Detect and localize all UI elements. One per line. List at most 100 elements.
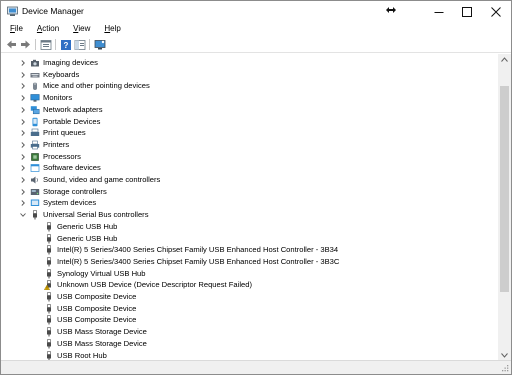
tree-device-7[interactable]: USB Composite Device: [1, 303, 498, 315]
chevron-right-icon[interactable]: [19, 199, 27, 207]
minimize-icon: [434, 11, 444, 13]
tree-device-0[interactable]: Generic USB Hub: [1, 221, 498, 233]
monitor-scan-icon: [94, 39, 105, 49]
tree-item-label: System devices: [43, 198, 97, 208]
help-button[interactable]: ?: [59, 38, 72, 51]
tree-category-7[interactable]: Printers: [1, 139, 498, 151]
chevron-right-icon[interactable]: [19, 129, 27, 137]
properties-button[interactable]: [39, 38, 52, 51]
tree-item-label: Generic USB Hub: [57, 221, 118, 231]
usb-plug-icon: [44, 292, 54, 302]
device-manager-app-icon: [7, 6, 18, 16]
tree-device-10[interactable]: USB Mass Storage Device: [1, 338, 498, 350]
close-button[interactable]: [478, 1, 511, 22]
tree-category-0[interactable]: Imaging devices: [1, 57, 498, 69]
console-tree-button[interactable]: [73, 38, 86, 51]
scan-hardware-button[interactable]: [93, 38, 106, 51]
tree-item-label: Processors: [43, 151, 81, 161]
properties-icon: [40, 39, 51, 50]
chevron-right-icon[interactable]: [19, 82, 27, 90]
chevron-right-icon[interactable]: [19, 59, 27, 67]
tree-device-4[interactable]: Synology Virtual USB Hub: [1, 268, 498, 280]
menu-action[interactable]: Action: [33, 23, 63, 35]
tree-category-1[interactable]: Keyboards: [1, 69, 498, 81]
tree-device-3[interactable]: Intel(R) 5 Series/3400 Series Chipset Fa…: [1, 256, 498, 268]
chevron-right-icon[interactable]: [19, 106, 27, 114]
tree-item-label: Generic USB Hub: [57, 233, 118, 243]
speaker-icon: [30, 175, 40, 185]
chevron-right-icon[interactable]: [19, 141, 27, 149]
tree-device-9[interactable]: USB Mass Storage Device: [1, 326, 498, 338]
scroll-up-button[interactable]: [498, 54, 511, 64]
toolbar: ?: [1, 36, 511, 53]
usb-plug-icon: [44, 257, 54, 267]
maximize-icon: [462, 6, 472, 17]
chevron-right-icon[interactable]: [19, 94, 27, 102]
tree-device-8[interactable]: USB Composite Device: [1, 314, 498, 326]
tree-category-2[interactable]: Mice and other pointing devices: [1, 80, 498, 92]
tree-category-6[interactable]: Print queues: [1, 127, 498, 139]
scrollbar-thumb[interactable]: [500, 86, 509, 293]
tree-category-9[interactable]: Software devices: [1, 162, 498, 174]
tree-device-5[interactable]: Unknown USB Device (Device Descriptor Re…: [1, 279, 498, 291]
menu-label: ile: [14, 24, 23, 33]
tree-item-label: Synology Virtual USB Hub: [57, 268, 146, 278]
tree-category-11[interactable]: Storage controllers: [1, 186, 498, 198]
tree-device-6[interactable]: USB Composite Device: [1, 291, 498, 303]
camera-icon: [30, 58, 40, 68]
tree-device-11[interactable]: USB Root Hub: [1, 350, 498, 360]
tree-device-2[interactable]: Intel(R) 5 Series/3400 Series Chipset Fa…: [1, 244, 498, 256]
usb-icon: [30, 210, 40, 220]
menu-help[interactable]: Help: [100, 23, 124, 35]
tree-category-3[interactable]: Monitors: [1, 92, 498, 104]
title-bar[interactable]: Device Manager: [1, 1, 511, 22]
monitor-icon: [30, 93, 40, 103]
tree-item-label: Storage controllers: [43, 186, 107, 196]
status-bar: [1, 360, 511, 374]
menu-label: elp: [110, 24, 121, 33]
chevron-right-icon[interactable]: [19, 176, 27, 184]
usb-plug-icon: [44, 221, 54, 232]
tree-category-13[interactable]: Universal Serial Bus controllers: [1, 209, 498, 221]
tree-category-12[interactable]: System devices: [1, 197, 498, 209]
tree-item-label: Keyboards: [43, 69, 80, 79]
usb-plug-icon: [44, 350, 54, 360]
tree-item-label: USB Composite Device: [57, 292, 137, 301]
chevron-right-icon[interactable]: [19, 71, 27, 79]
mouse-icon: [30, 81, 40, 91]
tree-category-5[interactable]: Portable Devices: [1, 116, 498, 128]
scroll-down-button[interactable]: [498, 350, 511, 360]
scroll-up-icon: [501, 56, 508, 62]
scroll-down-icon: [501, 352, 508, 358]
print-queue-icon: [30, 128, 40, 138]
tree-item-label: Intel(R) 5 Series/3400 Series Chipset Fa…: [57, 256, 340, 266]
menu-view[interactable]: View: [69, 23, 94, 35]
menu-label: ction: [42, 24, 60, 33]
tree-category-8[interactable]: Processors: [1, 151, 498, 163]
tree-category-4[interactable]: Network adapters: [1, 104, 498, 116]
menu-label: iew: [78, 24, 91, 33]
close-icon: [491, 6, 501, 17]
tree-device-1[interactable]: Generic USB Hub: [1, 233, 498, 245]
storage-controller-icon: [30, 187, 40, 197]
chevron-right-icon[interactable]: [19, 188, 27, 196]
vertical-scrollbar[interactable]: [498, 54, 511, 360]
console-tree-icon: [74, 39, 85, 50]
back-button[interactable]: [5, 38, 18, 51]
toolbar-separator: [35, 39, 36, 50]
menu-bar: File Action View Help: [1, 22, 511, 36]
device-tree[interactable]: Imaging devices Keyboards Mice and other p…: [1, 54, 498, 360]
tree-item-label: USB Composite Device: [57, 303, 137, 313]
menu-file[interactable]: File: [6, 23, 27, 35]
chevron-down-icon[interactable]: [19, 211, 27, 219]
resize-grip-icon[interactable]: [499, 363, 509, 373]
window-title: Device Manager: [22, 6, 84, 16]
tree-item-label: Mice and other pointing devices: [43, 81, 150, 91]
chevron-right-icon[interactable]: [19, 153, 27, 161]
tree-category-10[interactable]: Sound, video and game controllers: [1, 174, 498, 186]
tree-item-label: Sound, video and game controllers: [43, 175, 161, 184]
forward-button[interactable]: [19, 38, 32, 51]
help-icon: ?: [60, 39, 71, 50]
chevron-right-icon[interactable]: [19, 118, 27, 126]
chevron-right-icon[interactable]: [19, 164, 27, 172]
